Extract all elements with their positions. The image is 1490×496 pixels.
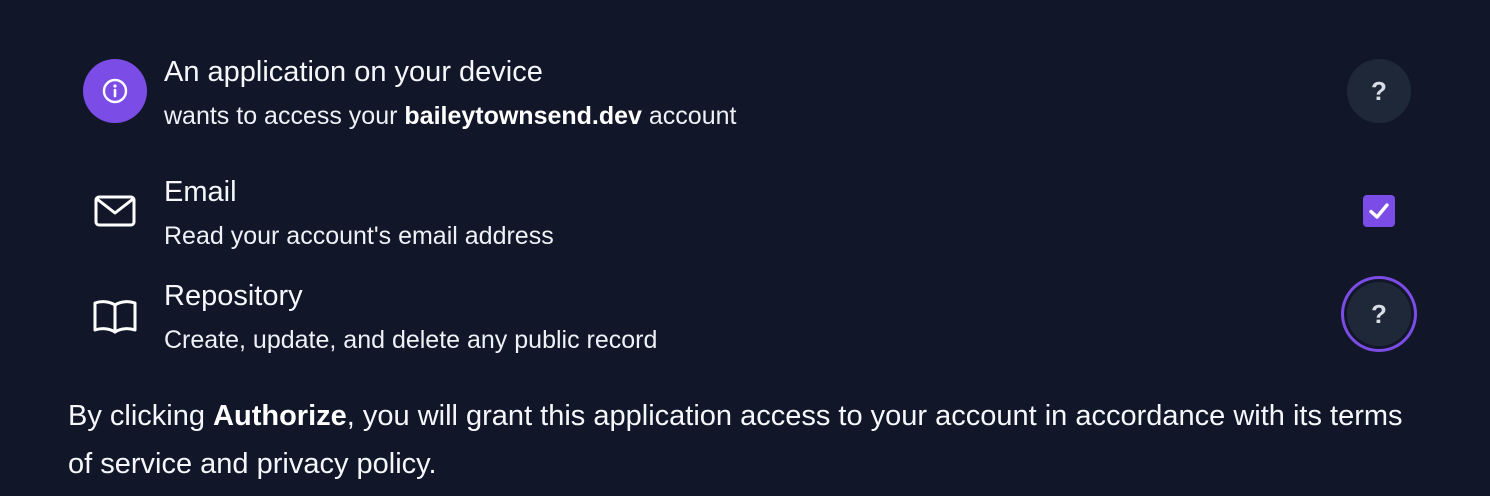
app-help-button[interactable]: ? [1347, 59, 1411, 123]
check-icon [1369, 203, 1389, 219]
book-icon-wrap [83, 285, 147, 349]
email-permission-checkbox[interactable] [1363, 195, 1395, 227]
disclaimer-emphasis: Authorize [213, 400, 347, 432]
info-icon-wrap [83, 59, 147, 123]
permission-email-title: Email [164, 176, 237, 208]
desc-suffix: account [641, 102, 737, 130]
permission-repository-title: Repository [164, 280, 303, 312]
app-request-description: wants to access your baileytownsend.dev … [164, 100, 736, 132]
permission-email-description: Read your account's email address [164, 222, 554, 250]
desc-prefix: wants to access your [164, 102, 405, 130]
mail-icon [94, 195, 136, 227]
permission-email-row: Email Read your account's email address [0, 170, 1490, 260]
mail-icon-wrap [83, 179, 147, 243]
repository-help-button[interactable]: ? [1347, 282, 1411, 346]
permission-repository-description: Create, update, and delete any public re… [164, 326, 658, 354]
book-icon [93, 300, 137, 334]
app-request-row: An application on your device wants to a… [0, 0, 1490, 160]
app-request-title: An application on your device [164, 56, 543, 88]
account-handle: baileytownsend.dev [404, 102, 642, 130]
disclaimer-prefix: By clicking [68, 400, 214, 432]
info-icon [83, 59, 147, 123]
permission-repository-row: Repository Create, update, and delete an… [0, 275, 1490, 365]
authorize-disclaimer: By clicking Authorize, you will grant th… [68, 392, 1428, 488]
